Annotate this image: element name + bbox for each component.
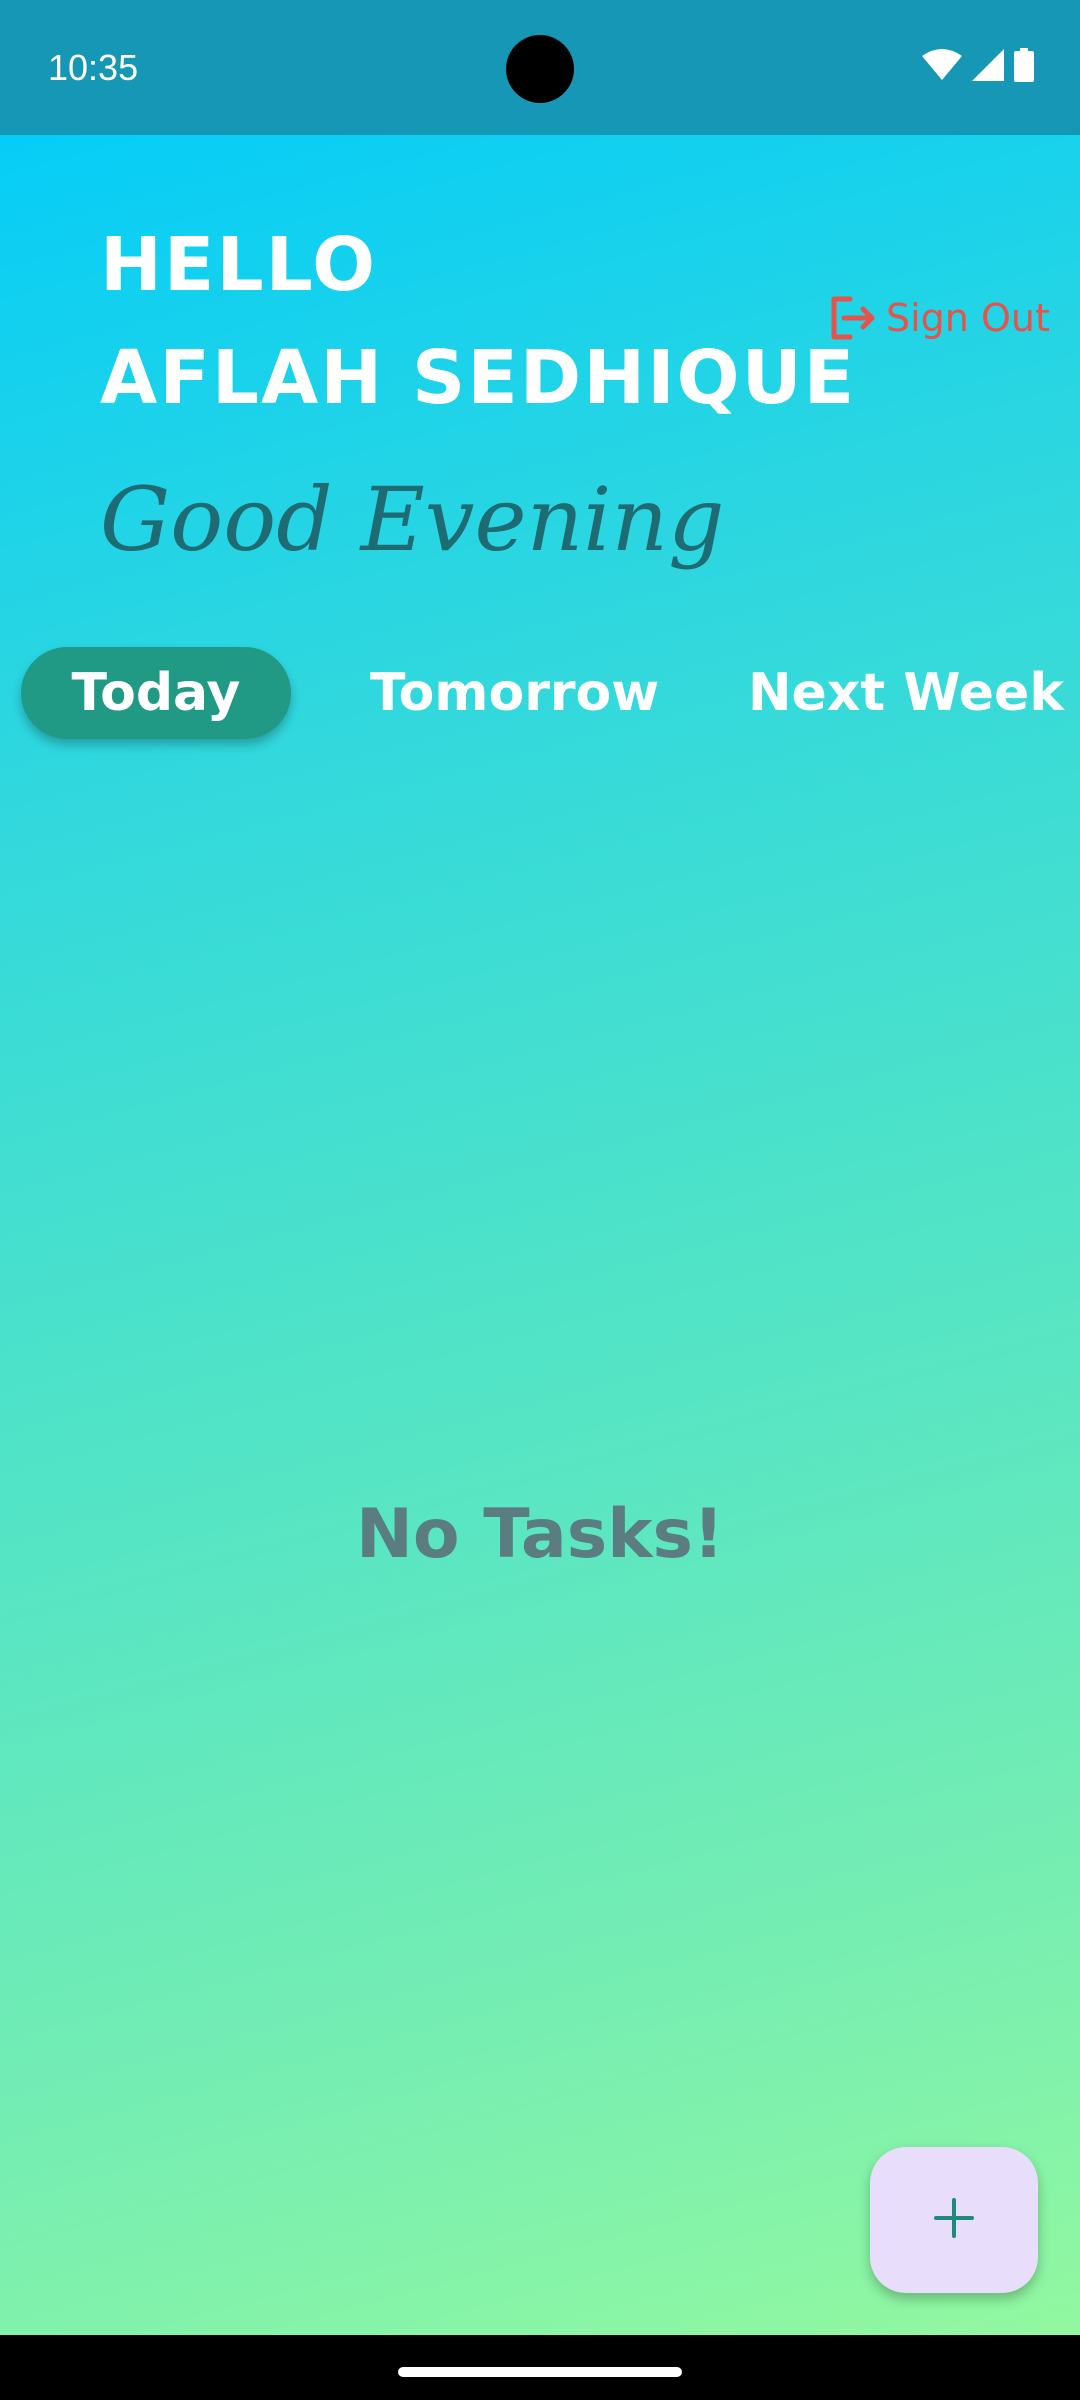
user-name-heading: AFLAH SEDHIQUE bbox=[100, 335, 857, 421]
time-of-day-greeting: Good Evening bbox=[100, 468, 725, 571]
empty-tasks-message: No Tasks! bbox=[356, 1495, 724, 1574]
status-time: 10:35 bbox=[48, 47, 139, 88]
tab-today[interactable]: Today bbox=[21, 647, 291, 739]
tab-next-week[interactable]: Next Week bbox=[748, 647, 1064, 739]
logout-icon bbox=[828, 293, 878, 343]
plus-icon bbox=[932, 2196, 976, 2244]
navigation-bar bbox=[0, 2335, 1080, 2400]
wifi-icon bbox=[922, 48, 962, 82]
cellular-signal-icon bbox=[972, 49, 1004, 81]
add-task-button[interactable] bbox=[870, 2147, 1038, 2293]
home-indicator[interactable] bbox=[398, 2367, 682, 2377]
battery-icon bbox=[1014, 48, 1034, 82]
camera-cutout bbox=[506, 35, 574, 103]
home-screen: HELLO AFLAH SEDHIQUE Sign Out Good Eveni… bbox=[0, 135, 1080, 2335]
hello-heading: HELLO bbox=[100, 222, 378, 308]
day-tabs: Today Tomorrow Next Week bbox=[0, 647, 1080, 743]
sign-out-label: Sign Out bbox=[886, 296, 1050, 340]
status-icons bbox=[922, 48, 1034, 82]
sign-out-button[interactable]: Sign Out bbox=[828, 293, 1050, 343]
status-bar: 10:35 bbox=[0, 0, 1080, 135]
tab-tomorrow[interactable]: Tomorrow bbox=[370, 647, 659, 739]
